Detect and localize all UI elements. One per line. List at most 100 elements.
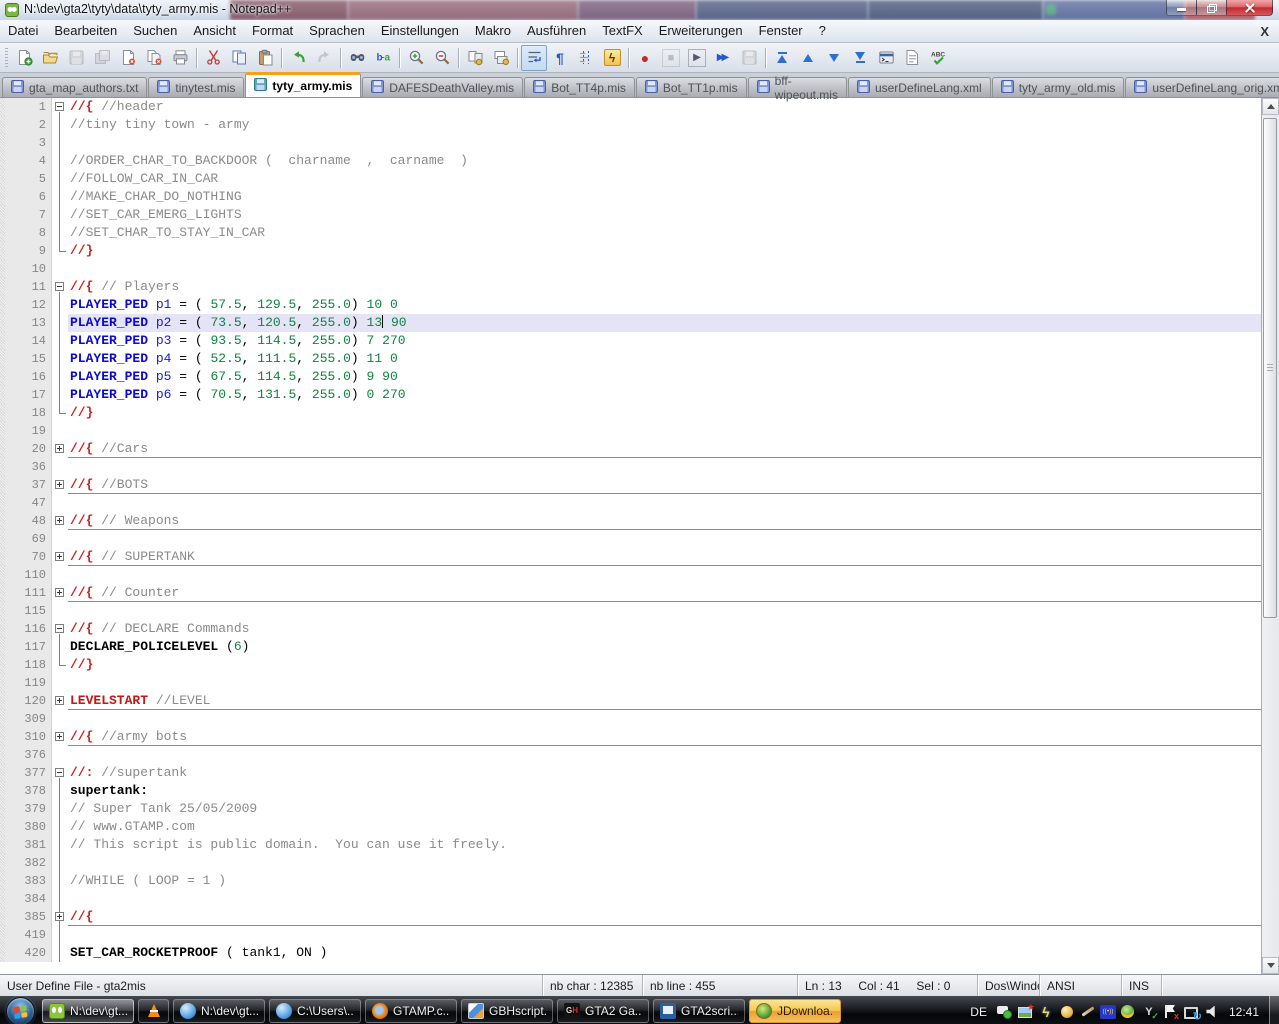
play-macro-icon[interactable]: ▶ — [684, 45, 710, 71]
line-number[interactable]: 17 — [5, 386, 52, 404]
taskbar-button-gta2scri[interactable]: GTA2scri... — [653, 999, 745, 1023]
line-number[interactable]: 385 — [5, 908, 52, 926]
zoom-in-icon[interactable] — [403, 45, 429, 71]
line-number[interactable]: 381 — [5, 836, 52, 854]
brush-icon[interactable] — [1079, 1003, 1097, 1020]
line-number[interactable]: 15 — [5, 350, 52, 368]
menu-item-bearbeiten[interactable]: Bearbeiten — [46, 20, 125, 42]
code-line-69[interactable]: 69 — [0, 530, 1261, 548]
code-text[interactable]: supertank: — [68, 782, 1261, 800]
line-number[interactable]: 69 — [5, 530, 52, 548]
code-text[interactable]: //tiny tiny town - army — [68, 116, 1261, 134]
code-text[interactable]: //{ //Cars — [68, 440, 1261, 458]
minimize-button[interactable] — [1166, 0, 1197, 16]
nav-prev-icon[interactable] — [795, 45, 821, 71]
code-text[interactable] — [68, 926, 1261, 944]
fold-margin-marker[interactable] — [52, 728, 68, 746]
line-number[interactable]: 10 — [5, 260, 52, 278]
code-line-5[interactable]: 5//FOLLOW_CAR_IN_CAR — [0, 170, 1261, 188]
fold-margin-marker[interactable] — [52, 584, 68, 602]
taskbar-button-n-dev-gt[interactable]: N:\dev\gt... — [173, 999, 265, 1023]
line-number[interactable]: 380 — [5, 818, 52, 836]
show-desktop-button[interactable] — [1269, 996, 1279, 1024]
start-button[interactable] — [0, 996, 40, 1024]
line-number[interactable]: 309 — [5, 710, 52, 728]
code-pane[interactable]: 1//{ //header2//tiny tiny town - army34/… — [0, 98, 1261, 974]
code-text[interactable]: //{ //army bots — [68, 728, 1261, 746]
code-line-383[interactable]: 383//WHILE ( LOOP = 1 ) — [0, 872, 1261, 890]
stop-macro-icon[interactable]: ■ — [658, 45, 684, 71]
line-number[interactable]: 420 — [5, 944, 52, 962]
globe-icon[interactable] — [1119, 1003, 1137, 1020]
code-text[interactable]: //{ // DECLARE Commands — [68, 620, 1261, 638]
menubar-close-button[interactable]: X — [1250, 24, 1279, 39]
line-number[interactable]: 118 — [5, 656, 52, 674]
code-line-19[interactable]: 19 — [0, 422, 1261, 440]
code-text[interactable]: //} — [68, 404, 1261, 422]
line-number[interactable]: 1 — [5, 98, 52, 116]
code-text[interactable] — [68, 422, 1261, 440]
open-file-icon[interactable] — [37, 45, 63, 71]
line-number[interactable]: 5 — [5, 170, 52, 188]
tab-tyty_army.mis[interactable]: tyty_army.mis — [245, 72, 361, 97]
line-number[interactable]: 379 — [5, 800, 52, 818]
line-number[interactable]: 47 — [5, 494, 52, 512]
code-text[interactable]: //{ //header — [68, 98, 1261, 116]
code-text[interactable] — [68, 530, 1261, 548]
menu-item-einstellungen[interactable]: Einstellungen — [373, 20, 467, 42]
code-text[interactable]: //{ // Players — [68, 278, 1261, 296]
code-line-12[interactable]: 12PLAYER_PED p1 = ( 57.5, 129.5, 255.0) … — [0, 296, 1261, 314]
tab-userDefineLang.xml[interactable]: userDefineLang.xml — [848, 77, 991, 97]
code-line-309[interactable]: 309 — [0, 710, 1261, 728]
code-text[interactable] — [68, 746, 1261, 764]
line-number[interactable]: 384 — [5, 890, 52, 908]
code-text[interactable]: //SET_CHAR_TO_STAY_IN_CAR — [68, 224, 1261, 242]
paste-icon[interactable] — [252, 45, 278, 71]
line-number[interactable]: 18 — [5, 404, 52, 422]
menu-item-format[interactable]: Format — [244, 20, 301, 42]
fold-margin-marker[interactable] — [52, 764, 68, 782]
code-line-116[interactable]: 116 //{ // DECLARE Commands — [0, 620, 1261, 638]
chat-icon[interactable] — [995, 1003, 1013, 1020]
code-line-310[interactable]: 310//{ //army bots — [0, 728, 1261, 746]
code-text[interactable] — [68, 854, 1261, 872]
menu-item-sprachen[interactable]: Sprachen — [301, 20, 373, 42]
menu-item-datei[interactable]: Datei — [0, 20, 46, 42]
line-number[interactable]: 70 — [5, 548, 52, 566]
tab-tyty_army_old.mis[interactable]: tyty_army_old.mis — [992, 77, 1125, 97]
fold-margin-marker[interactable] — [52, 440, 68, 458]
code-text[interactable] — [68, 494, 1261, 512]
code-text[interactable]: LEVELSTART //LEVEL — [68, 692, 1261, 710]
code-line-381[interactable]: 381// This script is public domain. You … — [0, 836, 1261, 854]
redo-icon[interactable] — [311, 45, 337, 71]
taskbar-button-n-dev-gt[interactable]: N:\dev\gt... — [42, 999, 134, 1023]
sync-vertical-icon[interactable] — [462, 45, 488, 71]
code-line-36[interactable]: 36 — [0, 458, 1261, 476]
code-line-7[interactable]: 7//SET_CAR_EMERG_LIGHTS — [0, 206, 1261, 224]
line-number[interactable]: 19 — [5, 422, 52, 440]
fold-margin-marker[interactable] — [52, 98, 68, 116]
close-button[interactable] — [1226, 0, 1273, 16]
tab-tinytest.mis[interactable]: tinytest.mis — [148, 77, 244, 97]
indent-guide-icon[interactable] — [573, 45, 599, 71]
lightning-icon[interactable]: ϟ — [1037, 1003, 1055, 1020]
code-text[interactable] — [68, 710, 1261, 728]
nav-last-icon[interactable] — [847, 45, 873, 71]
line-number[interactable]: 116 — [5, 620, 52, 638]
code-line-17[interactable]: 17PLAYER_PED p6 = ( 70.5, 131.5, 255.0) … — [0, 386, 1261, 404]
line-number[interactable]: 4 — [5, 152, 52, 170]
code-text[interactable]: //} — [68, 242, 1261, 260]
flag-icon[interactable]: x — [1161, 1003, 1179, 1020]
photo-icon[interactable] — [1016, 1003, 1034, 1020]
code-text[interactable]: //{ // Weapons — [68, 512, 1261, 530]
code-line-110[interactable]: 110 — [0, 566, 1261, 584]
spell-check-icon[interactable]: ABC — [925, 45, 951, 71]
language-indicator[interactable]: DE — [962, 1005, 995, 1019]
line-number[interactable]: 7 — [5, 206, 52, 224]
code-text[interactable]: //WHILE ( LOOP = 1 ) — [68, 872, 1261, 890]
taskbar-button-gbhscript[interactable]: GBHscript... — [461, 999, 553, 1023]
fold-margin-marker[interactable] — [52, 476, 68, 494]
fold-margin-marker[interactable] — [52, 512, 68, 530]
fold-margin-marker[interactable] — [52, 692, 68, 710]
tab-Bot_TT1p.mis[interactable]: Bot_TT1p.mis — [636, 77, 747, 97]
